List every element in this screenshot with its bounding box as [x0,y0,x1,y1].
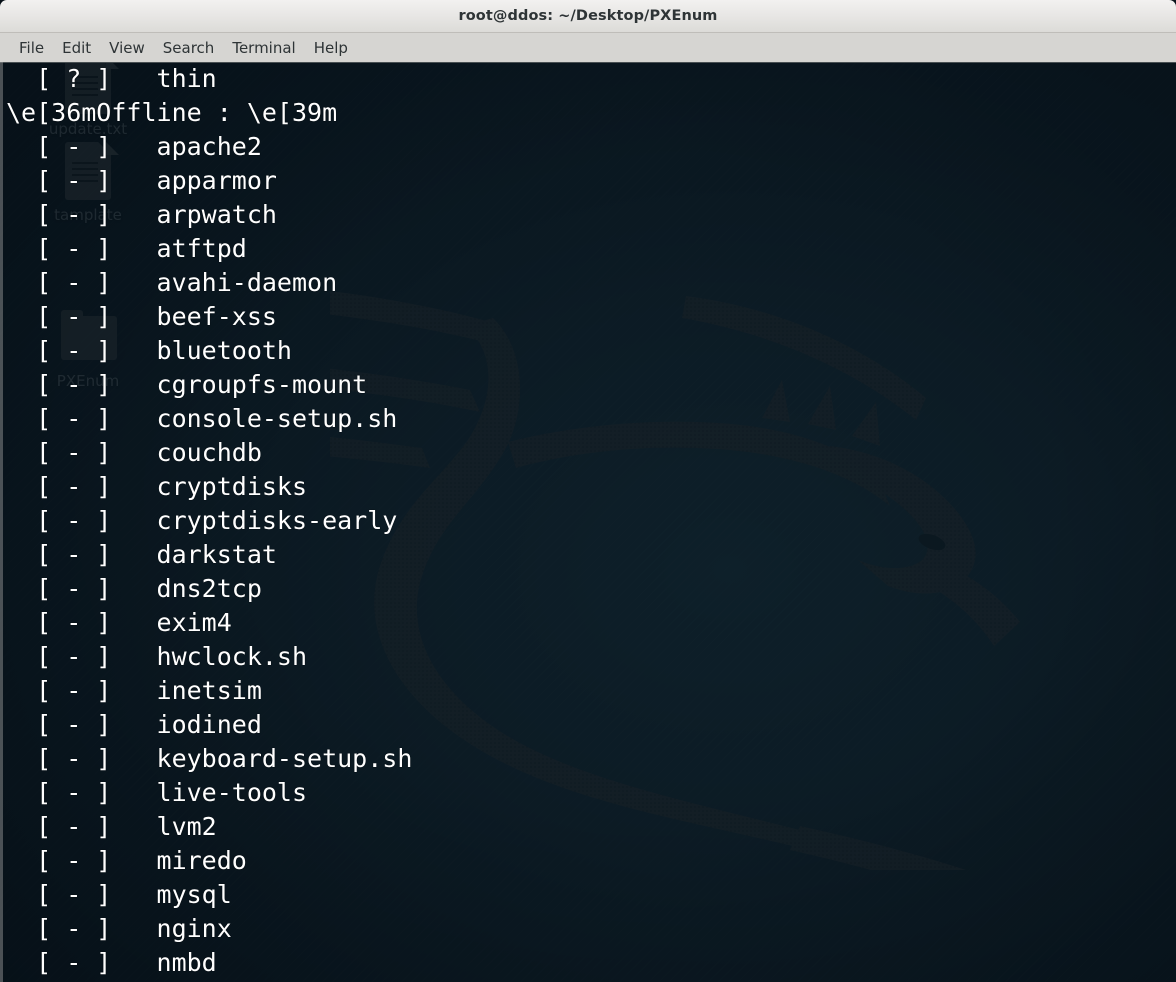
terminal-line: [ - ] live-tools [6,778,308,807]
terminal-line: [ - ] hwclock.sh [6,642,308,671]
terminal-line: [ - ] darkstat [6,540,277,569]
terminal-line: [ - ] lvm2 [6,812,217,841]
terminal-line: [ - ] iodined [6,710,262,739]
menu-item-search[interactable]: Search [154,37,224,59]
terminal-window: root@ddos: ~/Desktop/PXEnum File Edit Vi… [0,0,1176,982]
terminal-line: [ - ] avahi-daemon [6,268,338,297]
terminal-line: [ - ] couchdb [6,438,262,467]
terminal-line: [ - ] apache2 [6,132,262,161]
terminal-line: [ - ] bluetooth [6,336,292,365]
terminal-line: [ - ] console-setup.sh [6,404,398,433]
terminal-line: [ - ] cryptdisks-early [6,506,398,535]
terminal-line: [ - ] beef-xss [6,302,277,331]
terminal-line: [ - ] mysql [6,880,232,909]
terminal-text: [ ? ] thin \e[36mOffline : \e[39m [ - ] a… [3,62,1176,982]
menu-item-terminal[interactable]: Terminal [223,37,304,59]
terminal-line: [ - ] cryptdisks [6,472,308,501]
terminal-line: \e[36mOffline : \e[39m [6,98,338,127]
menu-item-view[interactable]: View [100,37,154,59]
terminal-line: [ - ] miredo [6,846,247,875]
menubar: File Edit View Search Terminal Help [0,33,1176,63]
terminal-line: [ - ] keyboard-setup.sh [6,744,413,773]
menu-item-edit[interactable]: Edit [53,37,100,59]
window-titlebar[interactable]: root@ddos: ~/Desktop/PXEnum [0,0,1176,33]
menu-item-file[interactable]: File [10,37,53,59]
screen: update.txt tamplate PXEnum root@ddos: ~/… [0,0,1176,982]
terminal-line: [ - ] nginx [6,914,232,943]
terminal-output-area[interactable]: [ ? ] thin \e[36mOffline : \e[39m [ - ] a… [0,62,1176,982]
menu-item-help[interactable]: Help [305,37,357,59]
terminal-line: [ - ] dns2tcp [6,574,262,603]
terminal-line: [ - ] arpwatch [6,200,277,229]
terminal-line: [ - ] inetsim [6,676,262,705]
window-title: root@ddos: ~/Desktop/PXEnum [458,8,718,24]
terminal-line: [ - ] cgroupfs-mount [6,370,368,399]
terminal-line: [ ? ] thin [6,64,217,93]
terminal-line: [ - ] exim4 [6,608,232,637]
terminal-line: [ - ] atftpd [6,234,247,263]
terminal-line: [ - ] nmbd [6,948,217,977]
terminal-line: [ - ] apparmor [6,166,277,195]
